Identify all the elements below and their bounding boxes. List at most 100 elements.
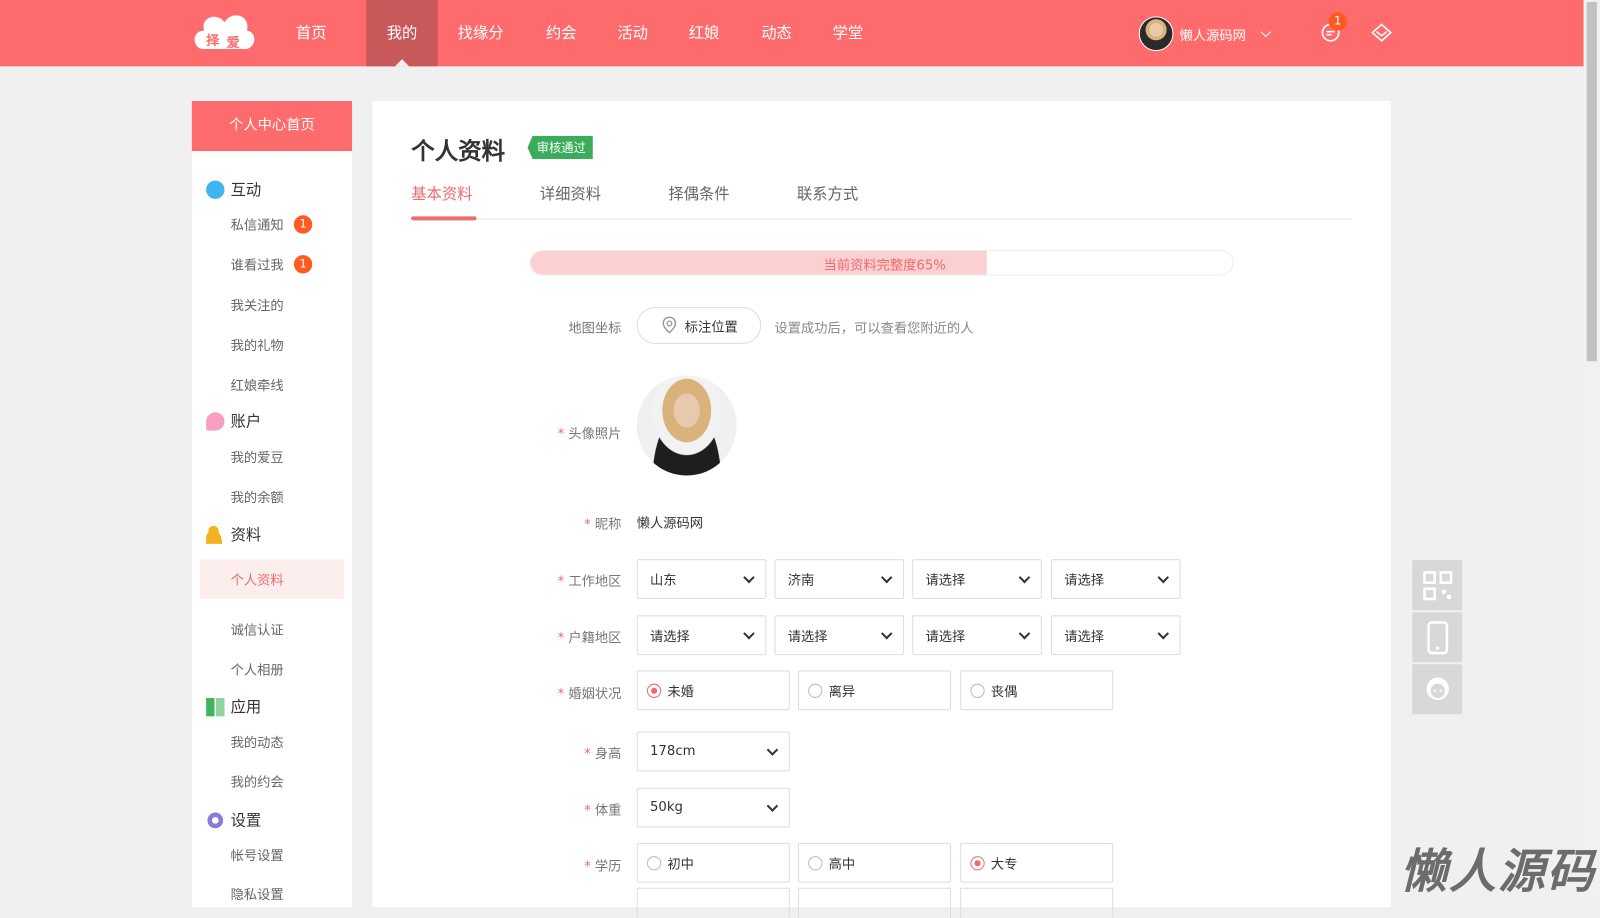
phone-icon: [1426, 620, 1448, 654]
tab-basic[interactable]: 基本资料: [411, 183, 472, 204]
scrollbar-thumb[interactable]: [1586, 2, 1597, 362]
sidebar-item-matchmaking[interactable]: 红娘牵线: [231, 374, 284, 394]
hukou-town-select[interactable]: 请选择: [1051, 615, 1181, 656]
sidebar-item-visitors[interactable]: 谁看过我 1: [231, 254, 313, 273]
marital-radio-divorced[interactable]: 离异: [797, 670, 952, 711]
svg-text:择: 择: [206, 32, 220, 49]
next-row-option[interactable]: [636, 887, 790, 918]
page-title: 个人资料: [411, 138, 506, 166]
work-city-select[interactable]: 济南: [774, 559, 905, 599]
apps-icon: [206, 697, 225, 716]
avatar-photo[interactable]: [636, 375, 737, 476]
diamond-icon: [1371, 23, 1393, 42]
tab-partner-criteria[interactable]: 择偶条件: [668, 183, 729, 204]
item-label: 私信通知: [230, 218, 284, 234]
user-menu[interactable]: 懒人源码网: [1138, 16, 1271, 52]
sidebar-home[interactable]: 个人中心首页: [191, 101, 353, 152]
sidebar-item-verification[interactable]: 诚信认证: [231, 619, 284, 638]
height-select[interactable]: 178cm: [636, 731, 790, 772]
group-title: 互动: [230, 180, 262, 199]
message-button[interactable]: 1: [1320, 12, 1347, 46]
nav-home[interactable]: 首页: [286, 0, 337, 66]
gear-icon: [206, 810, 225, 830]
svg-text:爱: 爱: [227, 35, 240, 51]
nav-events[interactable]: 活动: [607, 0, 658, 66]
mobile-app-button[interactable]: [1412, 612, 1463, 663]
marital-radio-widowed[interactable]: 丧偶: [960, 670, 1114, 711]
sidebar-item-profile[interactable]: 个人资料: [199, 559, 344, 599]
page: 择爱 首页 我的 找缘分 约会 活动 红娘 动态 学堂 懒人源码网 1 个人中心…: [0, 0, 1600, 918]
sidebar-item-balance[interactable]: 我的余额: [231, 487, 284, 506]
height-label: * 身高: [584, 746, 622, 763]
nav-matchmaker[interactable]: 红娘: [679, 0, 730, 66]
next-row-option[interactable]: [797, 887, 952, 918]
work-town-select[interactable]: 请选择: [1051, 559, 1181, 599]
weight-select[interactable]: 50kg: [636, 787, 790, 828]
support-agent-icon: [1426, 677, 1449, 700]
item-label: 谁看过我: [230, 258, 284, 274]
vip-button[interactable]: [1370, 22, 1393, 46]
work-province-select[interactable]: 山东: [636, 559, 767, 599]
next-row-option[interactable]: [960, 887, 1114, 918]
badge: 1: [293, 254, 313, 273]
watermark: 懒人源码: [1399, 843, 1596, 899]
group-settings: 设置: [206, 809, 261, 830]
hukou-label: * 户籍地区: [557, 630, 622, 646]
top-navbar: 择爱 首页 我的 找缘分 约会 活动 红娘 动态 学堂 懒人源码网 1: [0, 0, 1584, 67]
mark-location-button[interactable]: 标注位置: [636, 307, 762, 344]
sidebar-item-messages[interactable]: 私信通知 1: [230, 214, 313, 234]
hukou-city-select[interactable]: 请选择: [774, 615, 905, 656]
education-radio-college[interactable]: 大专: [960, 842, 1114, 883]
sidebar-item-privacy-settings[interactable]: 隐私设置: [231, 884, 284, 903]
message-badge: 1: [1328, 12, 1347, 31]
sidebar-item-posts[interactable]: 我的动态: [231, 732, 284, 751]
qr-code-button[interactable]: [1412, 560, 1463, 611]
nickname-value: 懒人源码网: [636, 516, 704, 532]
hukou-district-select[interactable]: 请选择: [912, 615, 1042, 656]
location-pin-icon: [662, 316, 677, 334]
nav-dating[interactable]: 约会: [536, 0, 587, 66]
avatar: [1138, 16, 1174, 52]
radio-checked-icon: [970, 855, 985, 870]
sidebar-item-account-settings[interactable]: 帐号设置: [231, 845, 284, 864]
site-logo[interactable]: 择爱: [192, 8, 259, 57]
nav-feed[interactable]: 动态: [751, 0, 802, 66]
education-radio-high[interactable]: 高中: [797, 842, 952, 883]
tab-detail[interactable]: 详细资料: [540, 183, 601, 204]
marital-radio-single[interactable]: 未婚: [636, 670, 790, 711]
group-interaction: 互动: [206, 179, 261, 200]
username: 懒人源码网: [1179, 28, 1246, 44]
sidebar-item-following[interactable]: 我关注的: [231, 295, 284, 314]
customer-service-button[interactable]: [1412, 664, 1463, 715]
sidebar-item-beans[interactable]: 我的爱豆: [231, 447, 284, 466]
sidebar-item-gifts[interactable]: 我的礼物: [231, 335, 284, 354]
sidebar-item-dates[interactable]: 我的约会: [231, 771, 284, 791]
radio-icon: [808, 683, 823, 698]
weight-label: * 体重: [584, 803, 622, 819]
nav-school[interactable]: 学堂: [822, 0, 873, 66]
work-area-label: * 工作地区: [557, 574, 622, 590]
user-icon: [206, 524, 225, 544]
qr-code-icon: [1422, 570, 1452, 600]
hukou-province-select[interactable]: 请选择: [636, 615, 767, 656]
map-label: 地图坐标: [568, 321, 622, 337]
group-title: 账户: [230, 412, 262, 431]
chevron-down-icon: [1260, 26, 1271, 37]
tab-divider: [411, 218, 1353, 220]
radio-checked-icon: [646, 683, 662, 698]
avatar-label: * 头像照片: [557, 426, 622, 442]
nav-find-match[interactable]: 找缘分: [449, 0, 512, 66]
badge: 1: [293, 214, 313, 234]
group-apps: 应用: [206, 696, 261, 717]
education-label: * 学历: [584, 859, 622, 875]
marital-label: * 婚姻状况: [557, 686, 622, 703]
nickname-label: * 昵称: [584, 517, 622, 533]
education-radio-junior[interactable]: 初中: [636, 842, 790, 883]
profile-panel: 个人资料 审核通过 基本资料 详细资料 择偶条件 联系方式 当前资料完整度65%…: [372, 101, 1391, 918]
bean-icon: [206, 411, 225, 431]
map-hint: 设置成功后，可以查看您附近的人: [774, 321, 974, 337]
sidebar-item-album[interactable]: 个人相册: [231, 659, 284, 678]
nav-mine[interactable]: 我的: [366, 0, 438, 67]
tab-contact[interactable]: 联系方式: [797, 183, 858, 204]
work-district-select[interactable]: 请选择: [912, 559, 1042, 599]
